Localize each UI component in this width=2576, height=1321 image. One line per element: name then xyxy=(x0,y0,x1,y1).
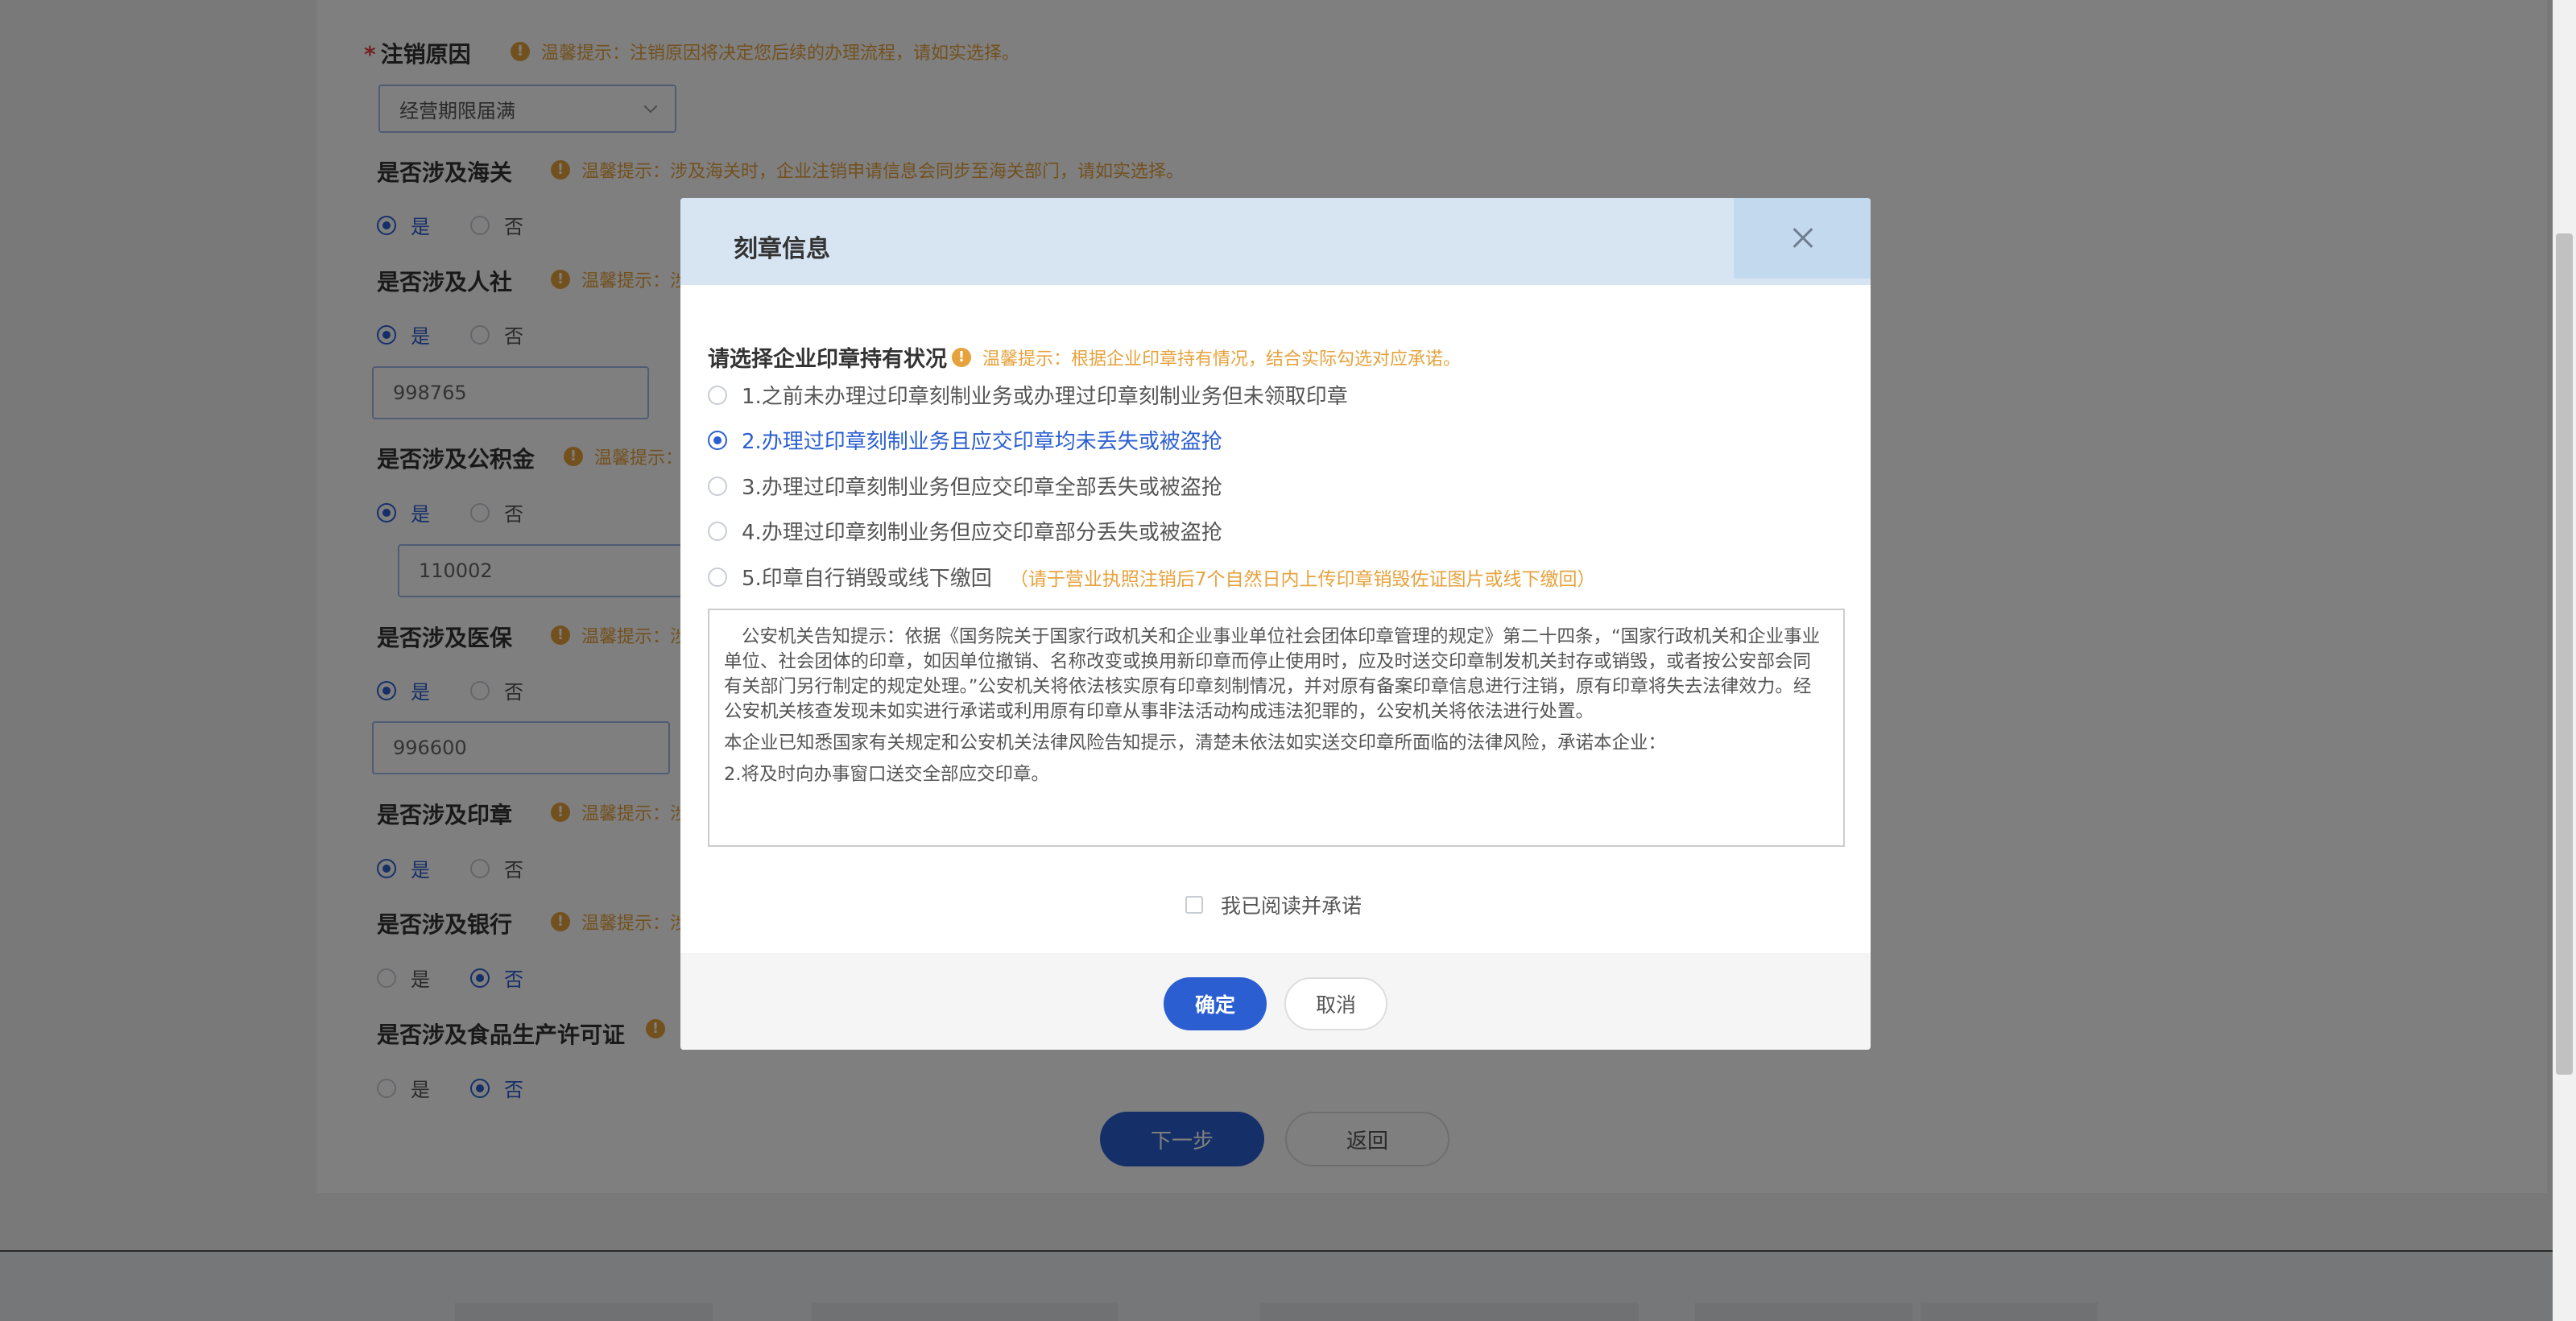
page-scrollbar-thumb[interactable] xyxy=(2556,233,2573,1075)
dialog-title: 刻章信息 xyxy=(734,235,830,263)
confirm-button[interactable]: 确定 xyxy=(1164,977,1267,1030)
dialog-header xyxy=(680,198,1871,285)
agree-checkbox[interactable]: 我已阅读并承诺 xyxy=(1185,890,1362,919)
seal-info-dialog: 刻章信息 请选择企业印章持有状况 ! 温馨提示：根据企业印章持有情况，结合实际勾… xyxy=(680,198,1871,1050)
seal-option-1[interactable]: 1.之前未办理过印章刻制业务或办理过印章刻制业务但未领取印章 xyxy=(708,380,1348,410)
warning-icon: ! xyxy=(952,347,971,367)
seal-option-4[interactable]: 4.办理过印章刻制业务但应交印章部分丢失或被盗抢 xyxy=(708,516,1222,546)
close-icon[interactable] xyxy=(1734,198,1871,279)
police-notice-box[interactable]: 公安机关告知提示：依据《国务院关于国家行政机关和企业事业单位社会团体印章管理的规… xyxy=(708,609,1845,847)
seal-option-2[interactable]: 2.办理过印章刻制业务且应交印章均未丢失或被盗抢 xyxy=(708,425,1222,455)
cancel-button[interactable]: 取消 xyxy=(1284,977,1387,1030)
dialog-footer xyxy=(680,953,1871,1050)
seal-option-3[interactable]: 3.办理过印章刻制业务但应交印章全部丢失或被盗抢 xyxy=(708,471,1222,501)
notice-paragraph: 本企业已知悉国家有关规定和公安机关法律风险告知提示，清楚未依法如实送交印章所面临… xyxy=(724,733,1667,753)
seal-option-5[interactable]: 5.印章自行销毁或线下缴回 （请于营业执照注销后7个自然日内上传印章销毁佐证图片或… xyxy=(708,562,1595,592)
notice-paragraph: 2.将及时向办事窗口送交全部应交印章。 xyxy=(724,764,1049,785)
seal-status-question: 请选择企业印章持有状况 ! 温馨提示：根据企业印章持有情况，结合实际勾选对应承诺… xyxy=(708,347,1462,372)
notice-paragraph: 公安机关告知提示：依据《国务院关于国家行政机关和企业事业单位社会团体印章管理的规… xyxy=(724,626,1821,722)
